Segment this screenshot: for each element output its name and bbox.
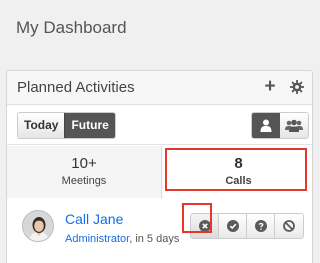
- gear-icon[interactable]: [288, 77, 306, 97]
- close-circle-icon[interactable]: [191, 214, 219, 238]
- dashlet-title: Planned Activities: [17, 79, 135, 96]
- plus-icon[interactable]: +: [261, 77, 279, 97]
- planned-activities-dashlet: Planned Activities + Today Future 10+ Me…: [6, 70, 313, 263]
- assigned-user-link[interactable]: Administrator: [65, 233, 129, 245]
- future-button[interactable]: Future: [64, 113, 115, 138]
- meetings-label: Meetings: [61, 175, 107, 187]
- date-filter-group: Today Future: [17, 112, 116, 139]
- page-title: My Dashboard: [16, 18, 127, 37]
- dashlet-header: Planned Activities +: [7, 71, 312, 105]
- user-icon[interactable]: [252, 113, 280, 138]
- record-actions: [190, 213, 304, 239]
- ban-icon[interactable]: [275, 214, 303, 238]
- users-icon[interactable]: [280, 113, 308, 138]
- meetings-count: 10+: [71, 155, 97, 172]
- tab-calls[interactable]: 8 Calls: [163, 146, 312, 199]
- call-name-link[interactable]: Call Jane: [65, 211, 123, 227]
- tab-meetings[interactable]: 10+ Meetings: [7, 146, 162, 198]
- calls-label: Calls: [225, 175, 252, 187]
- activity-tabs: 10+ Meetings 8 Calls: [7, 146, 312, 199]
- today-button[interactable]: Today: [18, 113, 65, 138]
- view-toggle-group: [251, 112, 309, 139]
- check-circle-icon[interactable]: [219, 214, 247, 238]
- due-text: , in 5 days: [129, 233, 180, 245]
- question-circle-icon[interactable]: [247, 214, 275, 238]
- dashlet-toolbar: Today Future: [7, 106, 312, 145]
- call-meta: Administrator, in 5 days: [65, 233, 179, 245]
- avatar[interactable]: [22, 210, 54, 242]
- calls-count: 8: [234, 155, 243, 172]
- list-item: Call Jane Administrator, in 5 days: [7, 199, 312, 263]
